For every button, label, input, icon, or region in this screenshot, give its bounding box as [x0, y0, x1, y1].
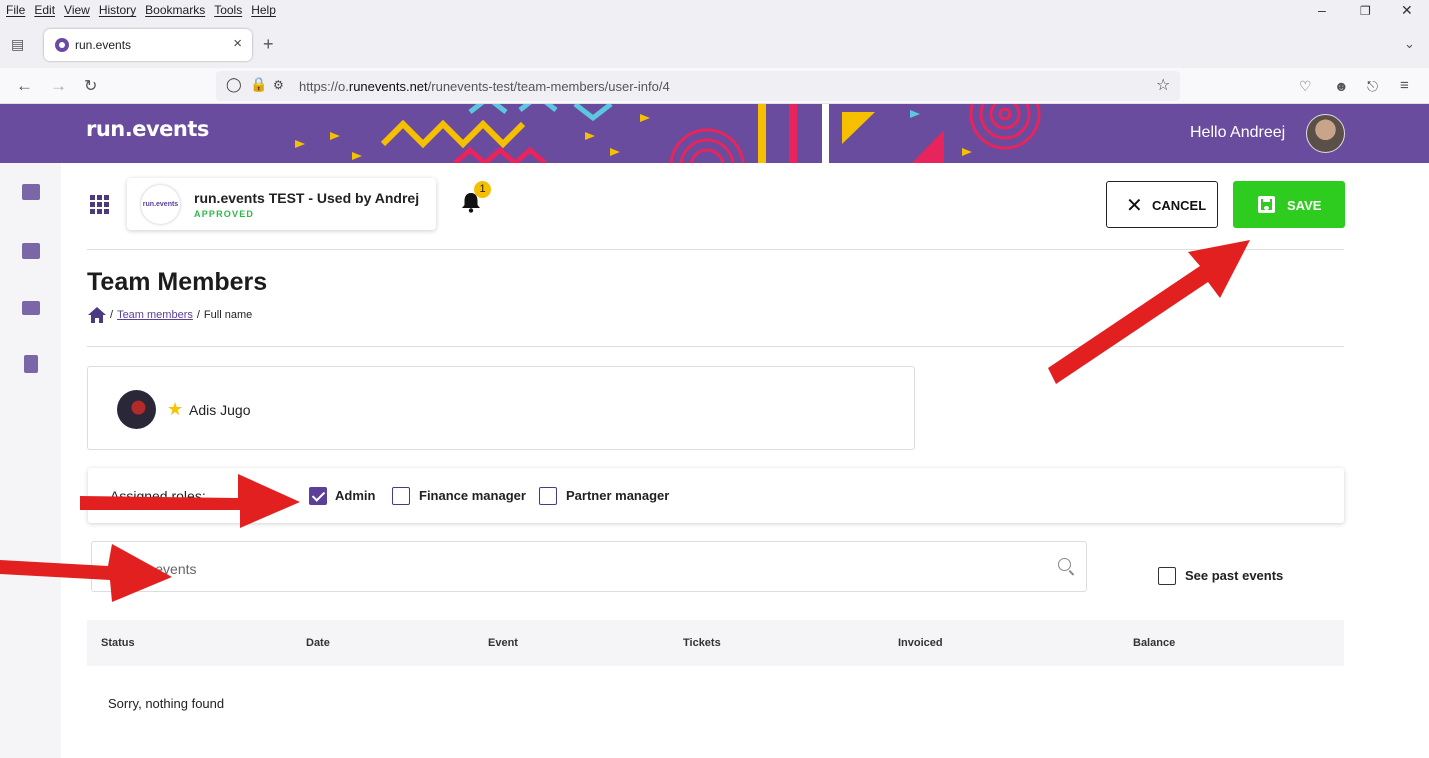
url-bar[interactable]: ◯ 🔒 ⚙ https://o.runevents.net/runevents-…: [216, 71, 1180, 101]
chevron-down-icon[interactable]: ⌄: [1404, 36, 1415, 52]
side-rail: [0, 163, 61, 758]
divider: [87, 346, 1344, 347]
empty-state-message: Sorry, nothing found: [108, 696, 225, 711]
past-events-checkbox[interactable]: [1158, 567, 1176, 585]
user-avatar-header[interactable]: [1306, 114, 1345, 153]
back-icon[interactable]: ←: [16, 76, 33, 96]
role-admin-checkbox[interactable]: [309, 487, 327, 505]
url-text: https://o.runevents.net/runevents-test/t…: [299, 79, 670, 94]
favicon-icon: [55, 38, 69, 52]
app-menu-icon[interactable]: ≡: [1400, 77, 1409, 94]
account-icon[interactable]: ☻: [1334, 78, 1349, 94]
forward-icon[interactable]: →: [50, 76, 67, 96]
home-icon[interactable]: [88, 307, 106, 323]
annotation-arrow-save: [1048, 240, 1250, 384]
column-event[interactable]: Event: [488, 637, 518, 649]
divider: [87, 249, 1344, 250]
menu-view[interactable]: View: [64, 3, 90, 17]
menu-tools[interactable]: Tools: [214, 3, 242, 17]
role-partner-manager-checkbox[interactable]: [539, 487, 557, 505]
menu-bookmarks[interactable]: Bookmarks: [145, 3, 205, 17]
folder-icon[interactable]: [22, 301, 40, 315]
role-finance-manager-checkbox[interactable]: [392, 487, 410, 505]
screen: File Edit View History Bookmarks Tools H…: [0, 0, 1429, 758]
cancel-button[interactable]: ✕ CANCEL: [1106, 181, 1218, 228]
tab-bar: ▤ run.events × + ⌄: [0, 22, 1429, 68]
site-header: run.events Hello Andreej: [0, 104, 1429, 163]
star-icon: ★: [167, 399, 184, 419]
extensions-icon[interactable]: ⎋: [1367, 78, 1378, 95]
new-tab-icon[interactable]: +: [263, 34, 274, 55]
save-label: SAVE: [1287, 198, 1322, 213]
role-partner-manager-label[interactable]: Partner manager: [566, 488, 669, 503]
restore-icon[interactable]: ❐: [1360, 4, 1371, 18]
chat-icon[interactable]: [22, 184, 40, 200]
browser-tab[interactable]: run.events ×: [44, 29, 252, 61]
cancel-label: CANCEL: [1152, 198, 1207, 213]
column-date[interactable]: Date: [306, 637, 330, 649]
permissions-icon[interactable]: ⚙: [273, 78, 284, 92]
search-icon[interactable]: [1058, 558, 1071, 571]
search-events-input[interactable]: Search events: [91, 541, 1087, 592]
menu-edit[interactable]: Edit: [34, 3, 55, 17]
reload-icon[interactable]: ↻: [84, 76, 97, 96]
tab-list-icon[interactable]: ▤: [11, 36, 24, 53]
past-events-label[interactable]: See past events: [1185, 568, 1283, 583]
menu-file[interactable]: File: [6, 3, 25, 17]
image-icon[interactable]: [22, 243, 40, 259]
menu-help[interactable]: Help: [251, 3, 276, 17]
user-name: Adis Jugo: [189, 402, 251, 418]
user-card: ★ Adis Jugo: [87, 366, 915, 450]
minimize-icon[interactable]: –: [1318, 2, 1326, 18]
role-admin-label[interactable]: Admin: [335, 488, 375, 503]
column-balance[interactable]: Balance: [1133, 637, 1175, 649]
bookmark-star-icon[interactable]: ☆: [1156, 75, 1170, 95]
organization-name: run.events TEST - Used by Andrej: [194, 190, 420, 206]
page-title: Team Members: [87, 268, 268, 296]
menu-bar: File Edit View History Bookmarks Tools H…: [0, 0, 1429, 22]
close-icon: ✕: [1126, 195, 1143, 217]
organization-card[interactable]: run.events run.events TEST - Used by And…: [127, 178, 436, 230]
save-disk-icon: [1258, 196, 1275, 213]
apps-grid-icon[interactable]: [90, 195, 109, 214]
column-status[interactable]: Status: [101, 637, 135, 649]
lock-icon[interactable]: 🔒: [250, 76, 267, 93]
shield-icon[interactable]: ◯: [226, 76, 242, 93]
role-finance-manager-label[interactable]: Finance manager: [419, 488, 526, 503]
notification-count-badge: 1: [474, 181, 491, 198]
breadcrumb-link-team-members[interactable]: Team members: [117, 309, 193, 321]
menu-history[interactable]: History: [99, 3, 136, 17]
breadcrumb-current: Full name: [203, 309, 253, 321]
tab-close-icon[interactable]: ×: [233, 35, 242, 52]
nav-bar: ← → ↻ ◯ 🔒 ⚙ https://o.runevents.net/rune…: [0, 68, 1429, 104]
column-invoiced[interactable]: Invoiced: [898, 637, 943, 649]
greeting: Hello Andreej: [1190, 124, 1286, 141]
table-header: Status Date Event Tickets Invoiced Balan…: [87, 620, 1344, 666]
site-logo[interactable]: run.events: [86, 117, 209, 141]
clipboard-icon[interactable]: [24, 355, 38, 373]
roles-label: Assigned roles:: [110, 488, 206, 504]
user-avatar: [117, 390, 156, 429]
window-close-icon[interactable]: ✕: [1401, 2, 1413, 19]
banner-divider: [822, 104, 829, 163]
roles-card: Assigned roles: Admin Finance manager Pa…: [88, 468, 1344, 523]
organization-status-badge: APPROVED: [194, 209, 255, 219]
organization-logo: run.events: [141, 185, 180, 224]
save-button[interactable]: SAVE: [1233, 181, 1345, 228]
pocket-icon[interactable]: ♡: [1299, 78, 1312, 95]
column-tickets[interactable]: Tickets: [683, 637, 721, 649]
tab-title: run.events: [75, 38, 132, 52]
breadcrumb: / Team members / Full name: [88, 307, 252, 323]
search-placeholder: Search events: [107, 561, 197, 577]
